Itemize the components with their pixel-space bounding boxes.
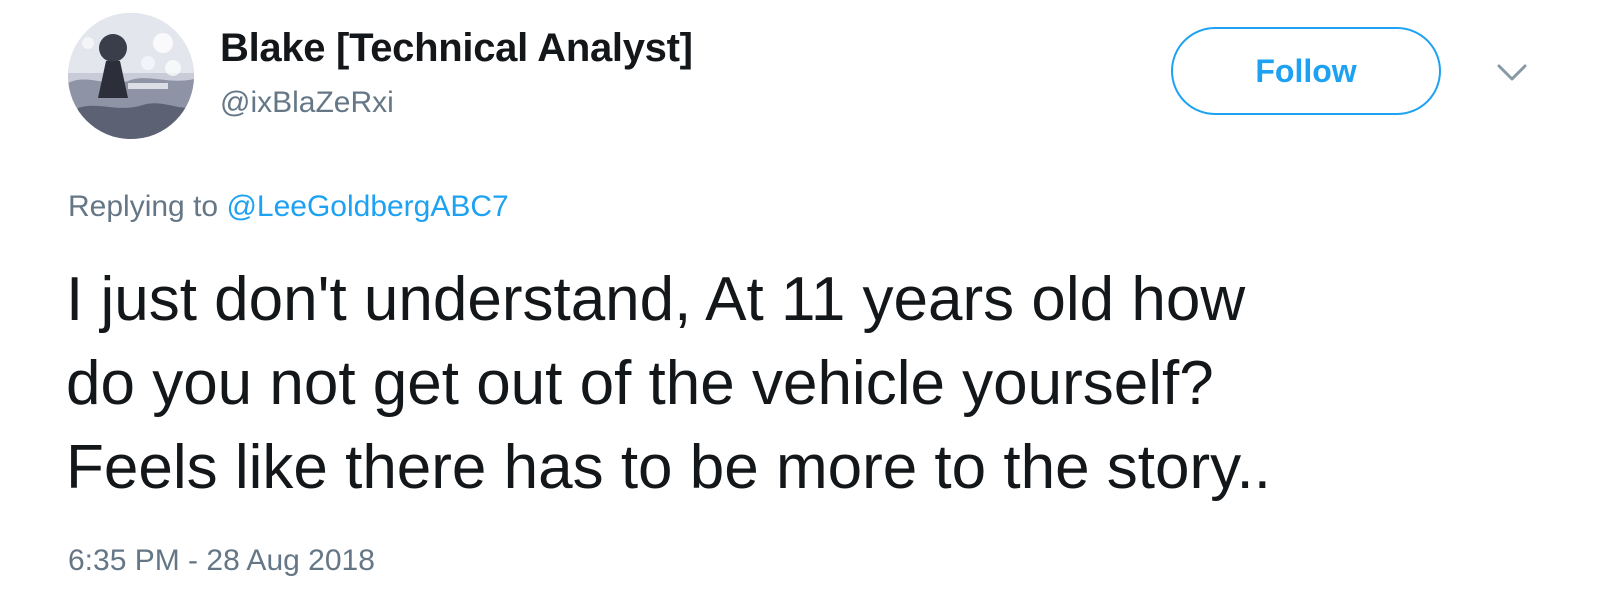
tweet-text-line: I just don't understand, At 11 years old…: [66, 265, 1246, 334]
follow-button[interactable]: Follow: [1171, 27, 1441, 115]
avatar[interactable]: [68, 13, 194, 139]
tweet-text-line: do you not get out of the vehicle yourse…: [66, 349, 1214, 418]
display-name[interactable]: Blake [Technical Analyst]: [220, 26, 693, 71]
tweet-text-line: Feels like there has to be more to the s…: [66, 433, 1271, 502]
user-handle[interactable]: @ixBlaZeRxi: [220, 86, 394, 120]
tweet-card: Blake [Technical Analyst] @ixBlaZeRxi Fo…: [0, 0, 1597, 600]
timestamp[interactable]: 6:35 PM - 28 Aug 2018: [68, 544, 375, 578]
replying-to-label: Replying to: [68, 190, 219, 223]
chevron-down-icon[interactable]: [1494, 58, 1530, 88]
reply-mention-link[interactable]: @LeeGoldbergABC7: [226, 190, 508, 223]
avatar-image: [68, 13, 194, 139]
tweet-text: I just don't understand, At 11 years old…: [66, 258, 1546, 510]
replying-to: Replying to @LeeGoldbergABC7: [68, 190, 509, 224]
